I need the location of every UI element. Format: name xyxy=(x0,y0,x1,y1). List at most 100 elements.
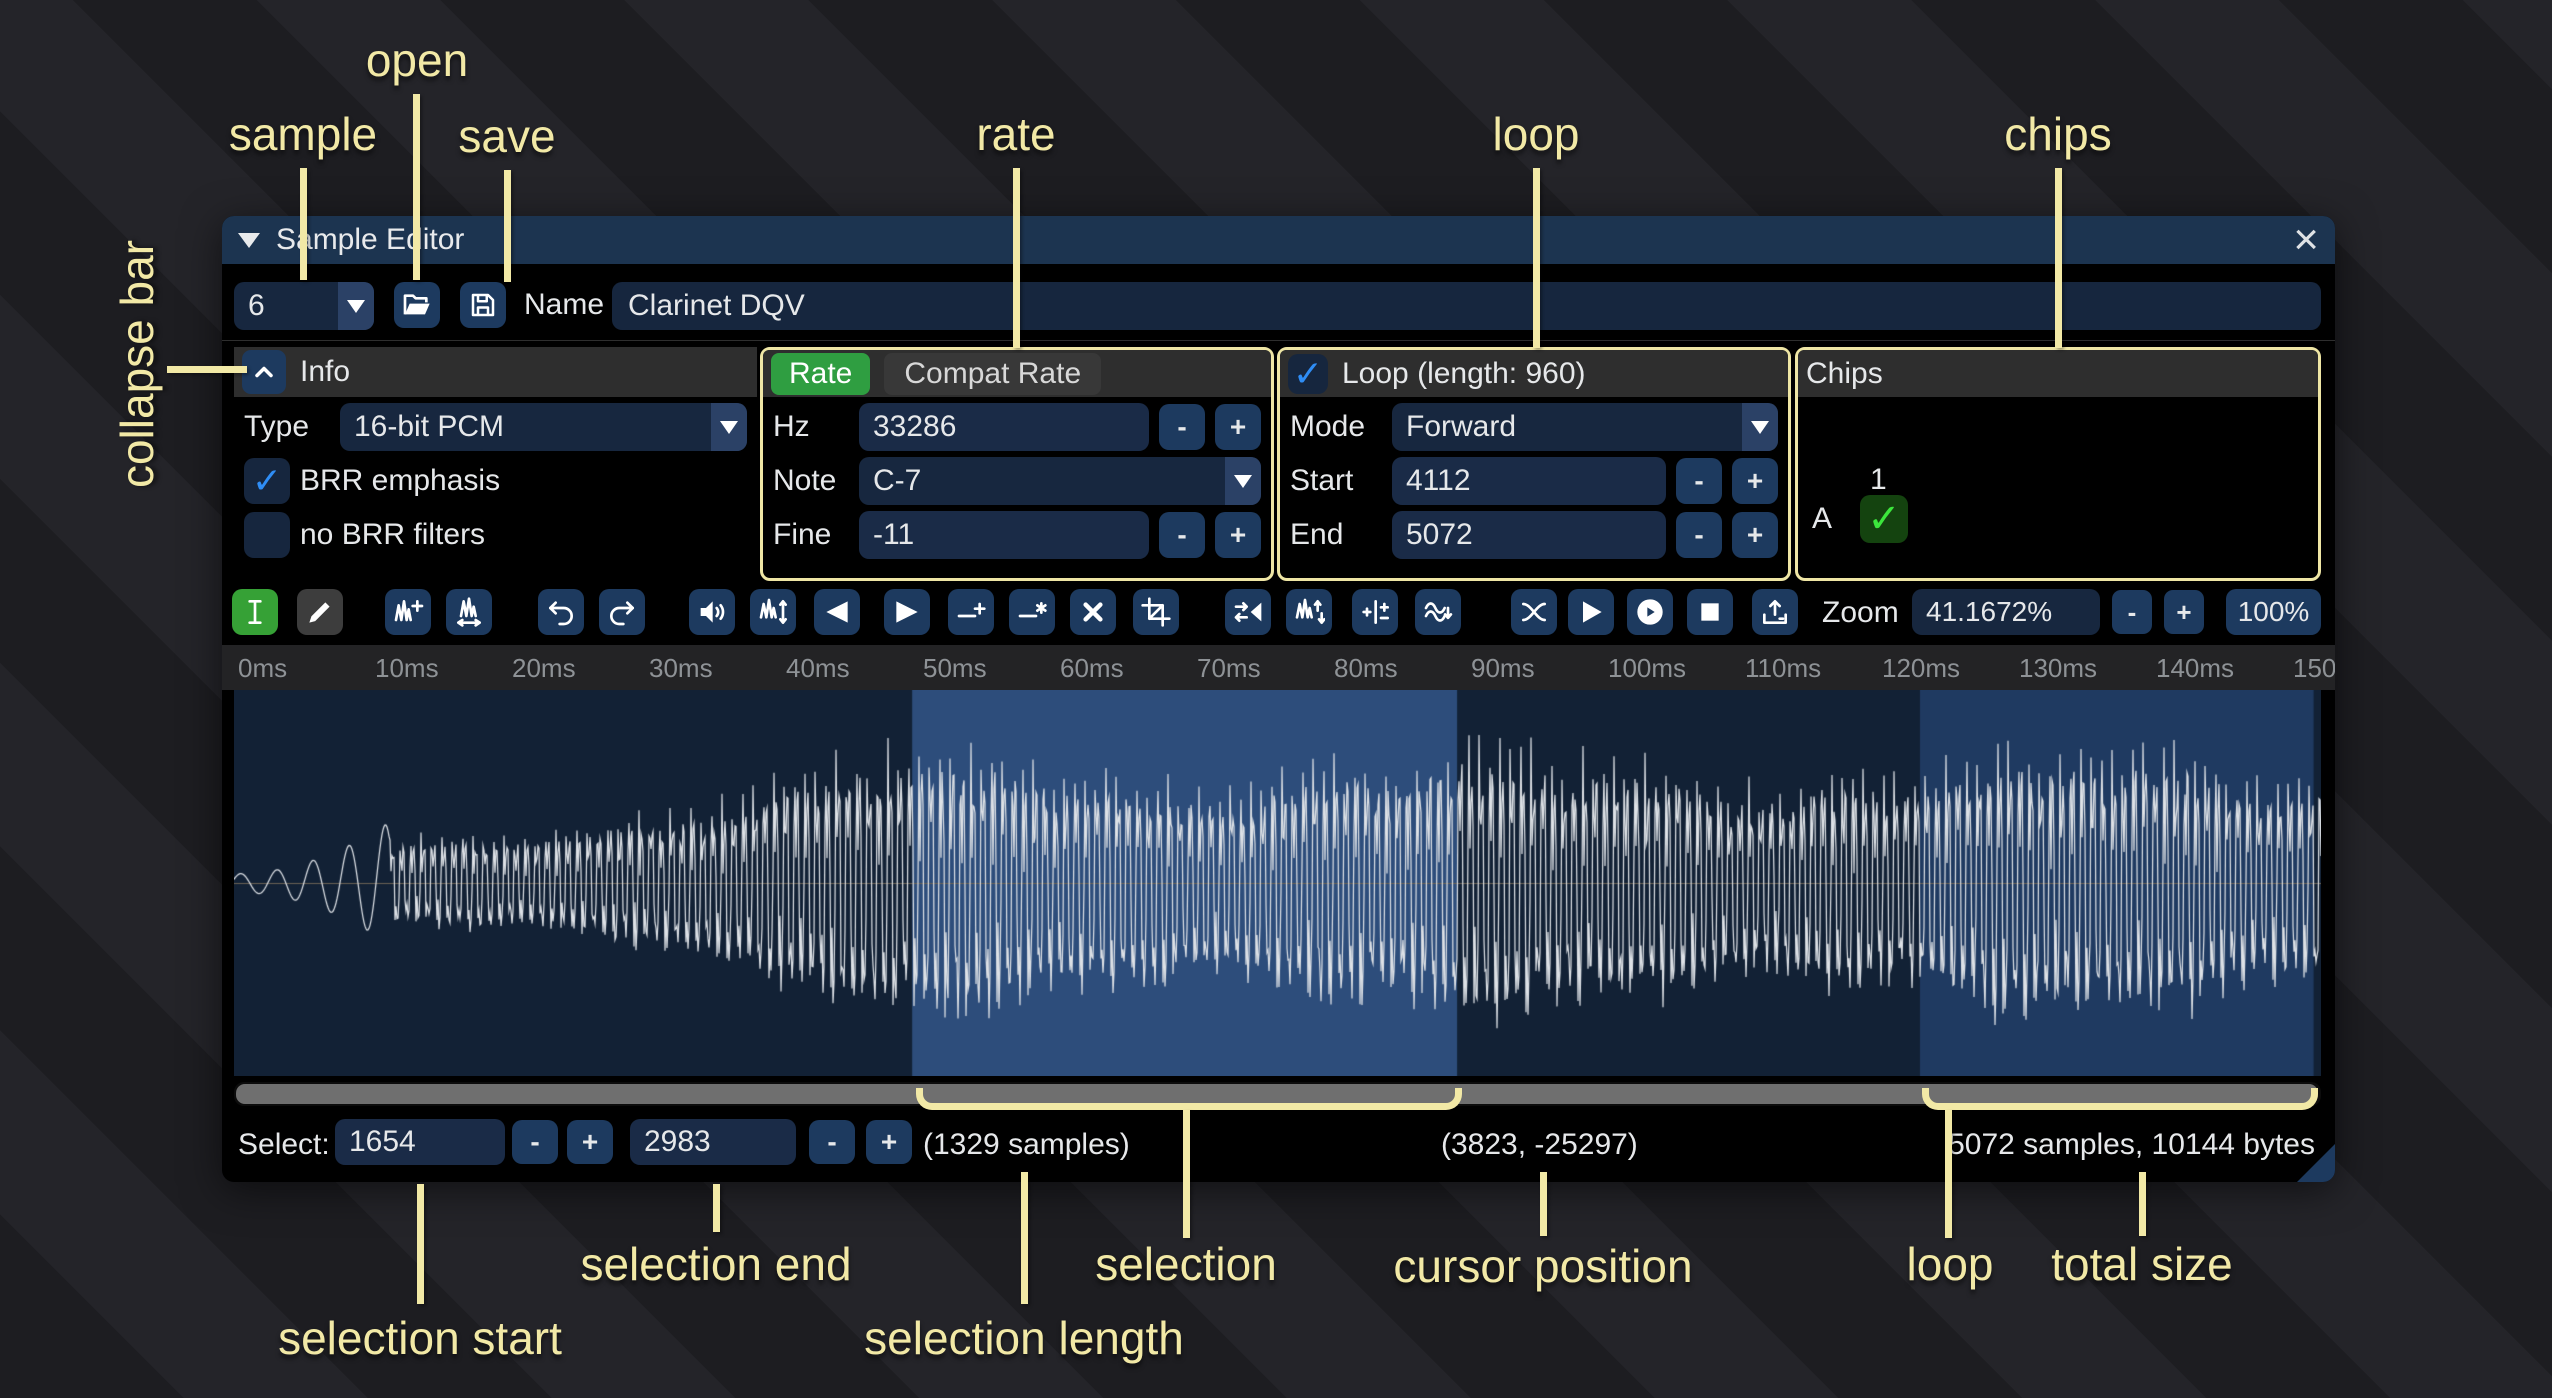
collapse-info-button[interactable] xyxy=(242,350,286,394)
crossfade-loop-button[interactable] xyxy=(1511,589,1557,635)
upload-icon xyxy=(1759,596,1791,628)
loop-start-plus-button[interactable]: + xyxy=(1732,458,1778,504)
fade-in-button[interactable] xyxy=(814,589,860,635)
loop-mode-dropdown[interactable]: Forward xyxy=(1392,403,1778,451)
zoom-input[interactable]: 41.1672% xyxy=(1912,589,2100,635)
selection-end-plus-button[interactable]: + xyxy=(866,1120,912,1164)
window-titlebar[interactable]: Sample Editor × xyxy=(222,216,2335,264)
x-curves-icon xyxy=(1518,596,1550,628)
close-icon[interactable]: × xyxy=(2293,220,2319,260)
fine-label: Fine xyxy=(773,518,849,552)
annotation-line-collapse-bar xyxy=(167,366,247,373)
insert-silence-button[interactable] xyxy=(948,589,994,635)
loop-end-input[interactable]: 5072 xyxy=(1392,511,1666,559)
hz-plus-button[interactable]: + xyxy=(1215,404,1261,450)
amplify-button[interactable] xyxy=(689,589,735,635)
annotation-bracket-selection xyxy=(916,1088,1462,1110)
ruler-label: 0ms xyxy=(238,653,287,684)
note-label: Note xyxy=(773,464,849,498)
stop-preview-button[interactable] xyxy=(1687,589,1733,635)
annotation-line-save xyxy=(504,170,511,282)
loop-start-minus-button[interactable]: - xyxy=(1676,458,1722,504)
annotation-loop-bottom: loop xyxy=(1907,1237,1994,1291)
delete-button[interactable] xyxy=(1070,589,1116,635)
window-resize-grip[interactable] xyxy=(2297,1144,2335,1182)
undo-button[interactable] xyxy=(538,589,584,635)
preview-cursor-button[interactable] xyxy=(1627,589,1673,635)
loop-end-minus-button[interactable]: - xyxy=(1676,512,1722,558)
edit-draw-button[interactable] xyxy=(297,589,343,635)
line-plus-icon xyxy=(955,596,987,628)
loop-enable-checkbox[interactable]: ✓ xyxy=(1288,354,1328,394)
fade-out-button[interactable] xyxy=(884,589,930,635)
zoom-minus-button[interactable]: - xyxy=(2112,590,2152,634)
sample-selector-value: 6 xyxy=(234,289,338,323)
apply-silence-button[interactable] xyxy=(1009,589,1055,635)
no-brr-filters-checkbox[interactable]: ✓ xyxy=(244,512,290,558)
time-ruler[interactable]: 0ms10ms20ms30ms40ms50ms60ms70ms80ms90ms1… xyxy=(222,645,2335,690)
zoom-reset-button[interactable]: 100% xyxy=(2226,589,2321,635)
fine-input[interactable]: -11 xyxy=(859,511,1149,559)
folder-open-icon xyxy=(401,289,433,321)
info-panel-title: Info xyxy=(300,355,350,389)
crop-icon xyxy=(1140,596,1172,628)
annotation-collapse-bar: collapse bar xyxy=(110,240,164,488)
ruler-label: 90ms xyxy=(1471,653,1535,684)
fine-plus-button[interactable]: + xyxy=(1215,512,1261,558)
export-button[interactable] xyxy=(1752,589,1798,635)
cursor-position-text: (3823, -25297) xyxy=(1441,1128,1638,1162)
hz-input[interactable]: 33286 xyxy=(859,403,1149,451)
annotation-line-cursor-position xyxy=(1540,1172,1547,1236)
loop-start-input[interactable]: 4112 xyxy=(1392,457,1666,505)
brr-emphasis-checkbox[interactable]: ✓ xyxy=(244,458,290,504)
hz-minus-button[interactable]: - xyxy=(1159,404,1205,450)
annotation-line-total-size xyxy=(2139,1172,2146,1236)
reverse-button[interactable] xyxy=(1225,589,1271,635)
loop-end-plus-button[interactable]: + xyxy=(1732,512,1778,558)
ibeam-cursor-icon xyxy=(239,596,271,628)
preview-button[interactable] xyxy=(1568,589,1614,635)
info-panel-header: Info xyxy=(234,347,757,397)
zoom-plus-button[interactable]: + xyxy=(2164,590,2204,634)
redo-button[interactable] xyxy=(599,589,645,635)
sample-name-input[interactable]: Clarinet DQV xyxy=(612,282,2321,330)
resize-button[interactable] xyxy=(446,589,492,635)
invert-button[interactable] xyxy=(1286,589,1332,635)
chevron-down-icon[interactable] xyxy=(338,282,374,330)
resample-button[interactable] xyxy=(385,589,431,635)
sample-type-dropdown[interactable]: 16-bit PCM xyxy=(340,403,747,451)
chip-enable-checkbox[interactable]: ✓ xyxy=(1860,495,1908,543)
tab-rate[interactable]: Rate xyxy=(771,353,870,395)
waveform-display[interactable] xyxy=(234,690,2321,1076)
type-label: Type xyxy=(244,410,330,444)
wave-stretch-icon xyxy=(453,596,485,628)
annotation-cursor-position: cursor position xyxy=(1393,1239,1692,1293)
note-dropdown[interactable]: C-7 xyxy=(859,457,1261,505)
hz-label: Hz xyxy=(773,410,849,444)
brr-emphasis-label: BRR emphasis xyxy=(300,464,500,498)
trim-button[interactable] xyxy=(1133,589,1179,635)
selection-end-minus-button[interactable]: - xyxy=(809,1120,855,1164)
apply-filter-button[interactable] xyxy=(1415,589,1461,635)
ruler-label: 150ms xyxy=(2293,653,2335,684)
selection-length-text: (1329 samples) xyxy=(923,1128,1130,1162)
loop-mode-value: Forward xyxy=(1392,410,1742,444)
selection-start-plus-button[interactable]: + xyxy=(567,1120,613,1164)
selection-start-input[interactable]: 1654 xyxy=(335,1119,505,1165)
window-collapse-icon[interactable] xyxy=(238,233,260,248)
open-sample-button[interactable] xyxy=(394,282,440,328)
selection-start-minus-button[interactable]: - xyxy=(512,1120,558,1164)
selection-end-input[interactable]: 2983 xyxy=(630,1119,796,1165)
annotation-sample: sample xyxy=(229,107,377,161)
edit-select-button[interactable] xyxy=(232,589,278,635)
sample-selector-dropdown[interactable]: 6 xyxy=(234,282,374,330)
ruler-label: 50ms xyxy=(923,653,987,684)
tab-compat-rate[interactable]: Compat Rate xyxy=(884,353,1101,395)
ruler-label: 20ms xyxy=(512,653,576,684)
info-panel: Info Type 16-bit PCM ✓ BRR emphasis ✓ no… xyxy=(234,347,757,581)
fine-minus-button[interactable]: - xyxy=(1159,512,1205,558)
save-sample-button[interactable] xyxy=(460,282,506,328)
normalize-button[interactable] xyxy=(750,589,796,635)
signed-unsigned-button[interactable] xyxy=(1352,589,1398,635)
floppy-save-icon xyxy=(468,290,498,320)
